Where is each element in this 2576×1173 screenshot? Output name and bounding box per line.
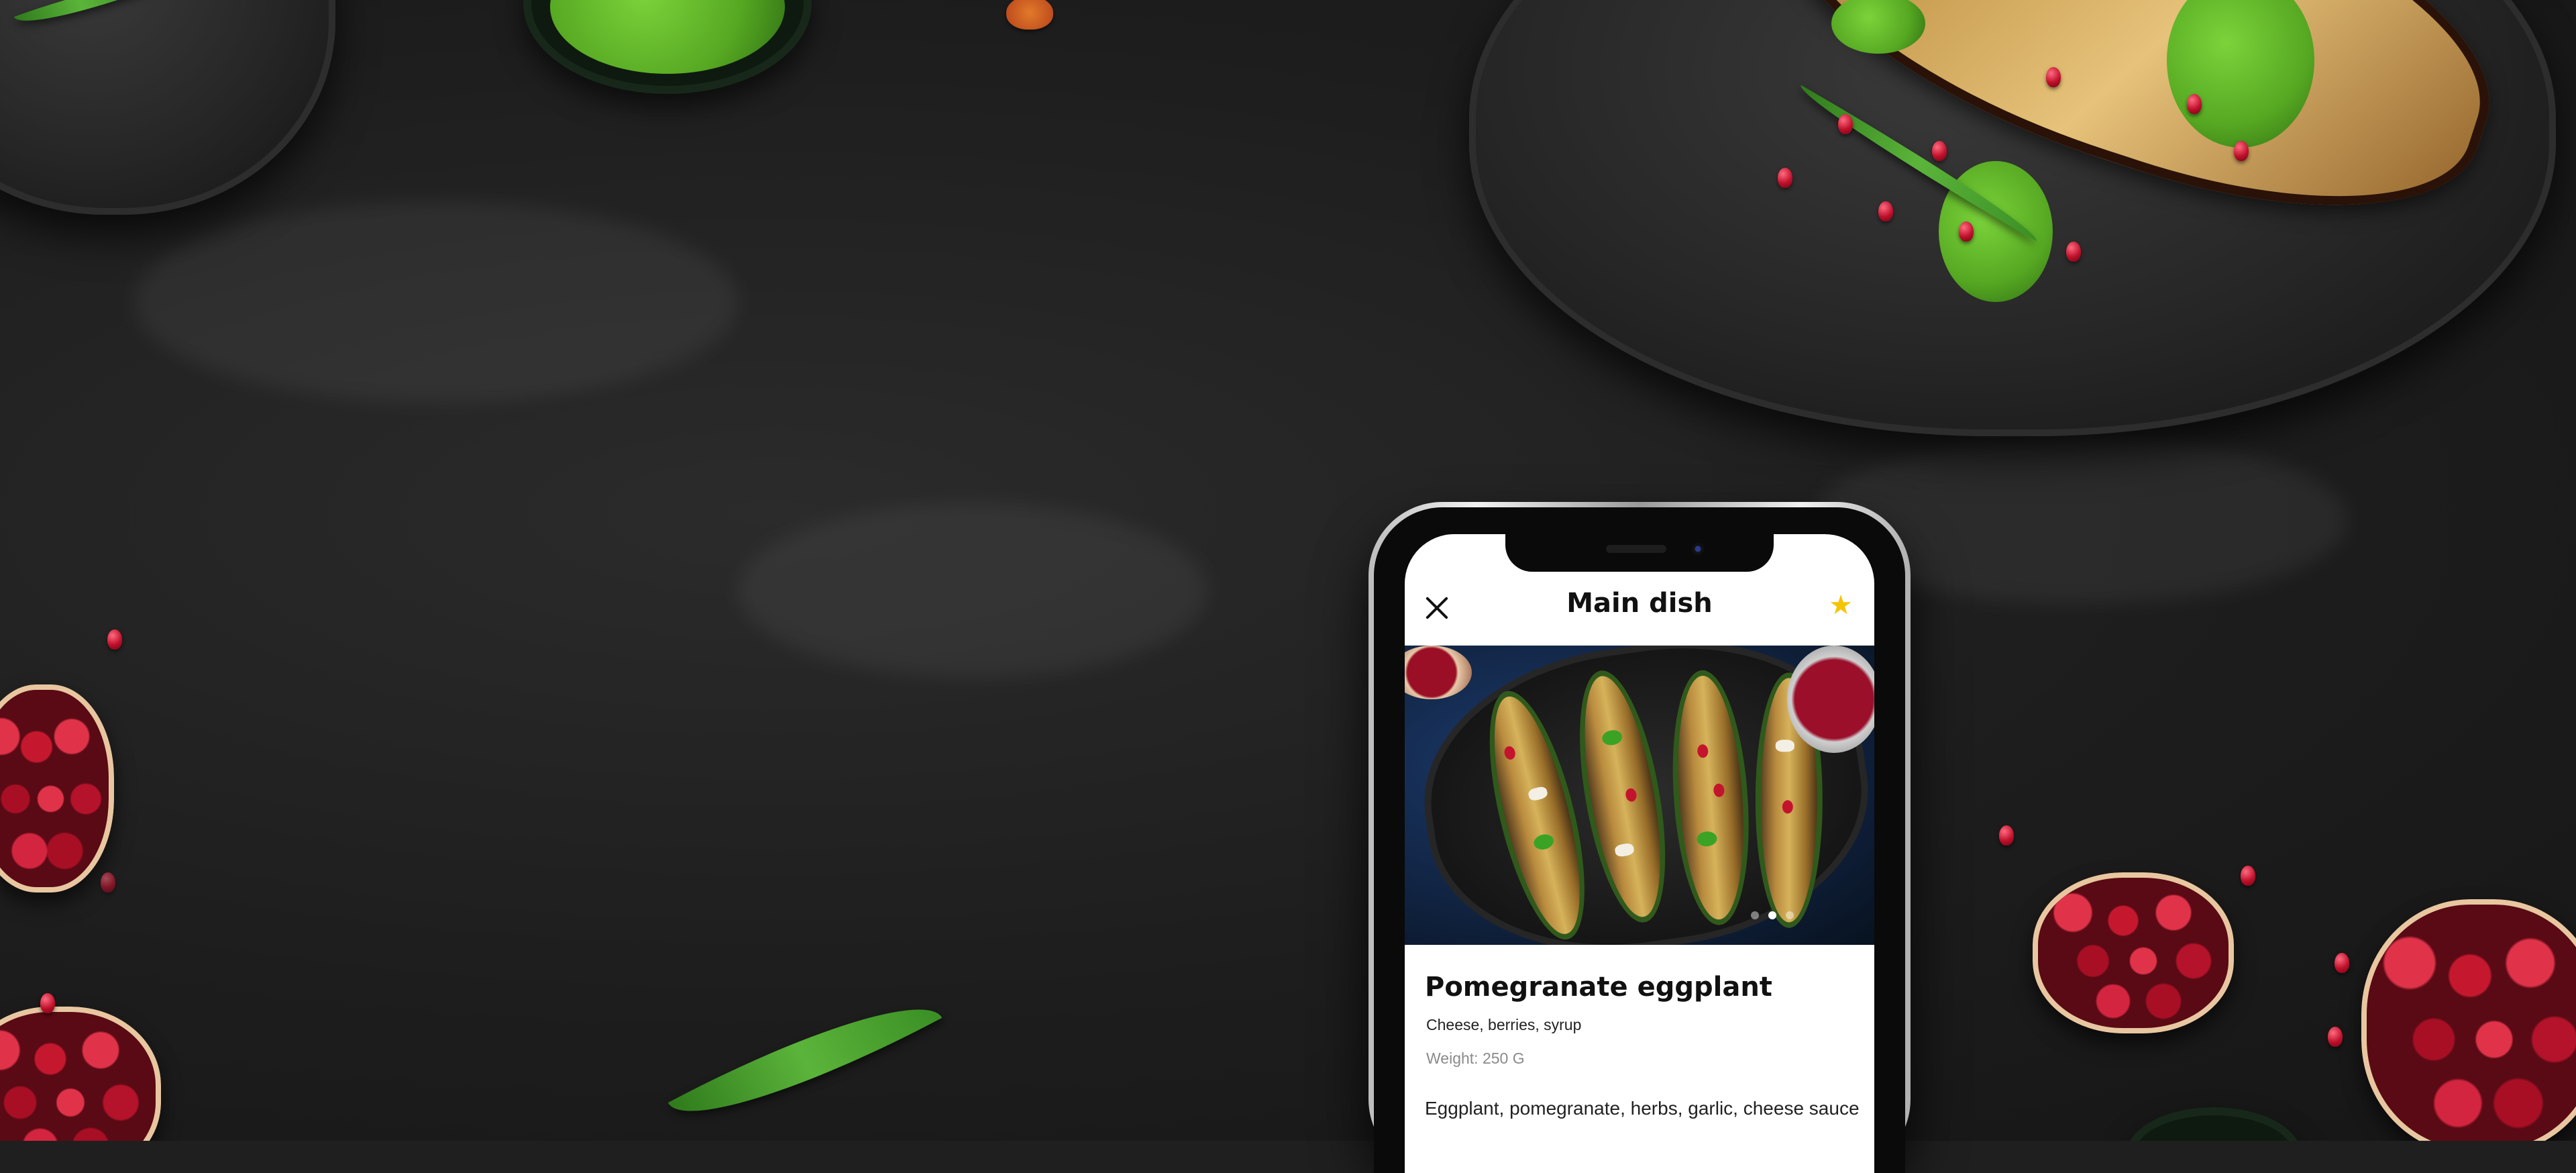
pomegranate-seed xyxy=(1999,825,2014,846)
pomegranate-seed xyxy=(101,872,115,892)
pomegranate-seed xyxy=(1959,221,1974,242)
page-title: Main dish xyxy=(1566,588,1713,619)
pomegranate-half xyxy=(0,684,114,892)
cheese xyxy=(1775,740,1794,752)
speaker-grille xyxy=(1606,545,1666,553)
dish-ingredients: Eggplant, pomegranate, herbs, garlic, ch… xyxy=(1425,1098,1860,1119)
dish-subtitle: Cheese, berries, syrup xyxy=(1426,1016,1582,1033)
chalk-smudge xyxy=(738,503,1208,678)
dish-photo-carousel[interactable] xyxy=(1405,646,1874,945)
app-header: Main dish ★ xyxy=(1405,572,1874,646)
pomegranate-seed xyxy=(40,993,55,1013)
pomegranate-half xyxy=(0,1007,161,1141)
app-screen: Main dish ★ Pomegranate eggplant Cheese,… xyxy=(1405,534,1874,1173)
carousel-dot[interactable] xyxy=(1751,911,1759,919)
pepper-piece xyxy=(1006,0,1053,30)
carousel-dot[interactable] xyxy=(1786,911,1794,919)
cheese xyxy=(1614,842,1635,858)
dish-weight: Weight: 250 G xyxy=(1426,1050,1525,1067)
pomegranate-seed xyxy=(2241,866,2255,886)
pomegranate-half xyxy=(2361,899,2576,1141)
star-icon[interactable]: ★ xyxy=(1822,586,1860,624)
pomegranate-seed xyxy=(2046,67,2061,87)
pomegranate-half xyxy=(2033,872,2234,1033)
camera-icon xyxy=(1692,543,1704,555)
carousel-dot-active[interactable] xyxy=(1768,911,1776,919)
phone-notch xyxy=(1505,534,1774,572)
pesto-sauce xyxy=(550,0,785,74)
pomegranate-seed xyxy=(2334,953,2349,973)
plate-top-right xyxy=(1469,0,2556,436)
seed xyxy=(1624,787,1638,803)
food-background xyxy=(0,0,2576,1141)
seed xyxy=(1782,800,1793,814)
seed xyxy=(1713,783,1725,798)
seed xyxy=(1503,745,1517,761)
pomegranate-seed xyxy=(1932,141,1947,161)
cheese xyxy=(1527,785,1549,802)
pomegranate-seed xyxy=(1838,114,1853,134)
pomegranate-bowl xyxy=(1787,646,1874,753)
pesto-bowl xyxy=(523,0,812,94)
dish-name: Pomegranate eggplant xyxy=(1425,972,1772,1003)
plate-top-left xyxy=(0,0,335,215)
pomegranate-seed xyxy=(107,629,122,650)
carousel-indicator xyxy=(1751,911,1794,919)
herb xyxy=(1696,831,1718,848)
pomegranate-seed xyxy=(1778,168,1792,188)
pomegranate-garnish xyxy=(1405,646,1472,699)
pomegranate-seed xyxy=(1878,201,1893,221)
herb xyxy=(1532,832,1556,852)
phone-bezel: Main dish ★ Pomegranate eggplant Cheese,… xyxy=(1374,507,1905,1173)
pomegranate-seed xyxy=(2328,1027,2343,1047)
seed xyxy=(1697,744,1709,758)
pomegranate-seed xyxy=(2234,141,2249,161)
pomegranate-seed xyxy=(2187,94,2202,114)
arugula-leaf xyxy=(667,970,943,1141)
bowl-bottom xyxy=(2127,1107,2301,1141)
eggplant-half xyxy=(1665,668,1757,928)
herb xyxy=(1601,728,1623,747)
chalk-smudge xyxy=(134,201,738,403)
phone-mockup: Main dish ★ Pomegranate eggplant Cheese,… xyxy=(1368,502,1911,1173)
pomegranate-seed xyxy=(2066,242,2081,262)
